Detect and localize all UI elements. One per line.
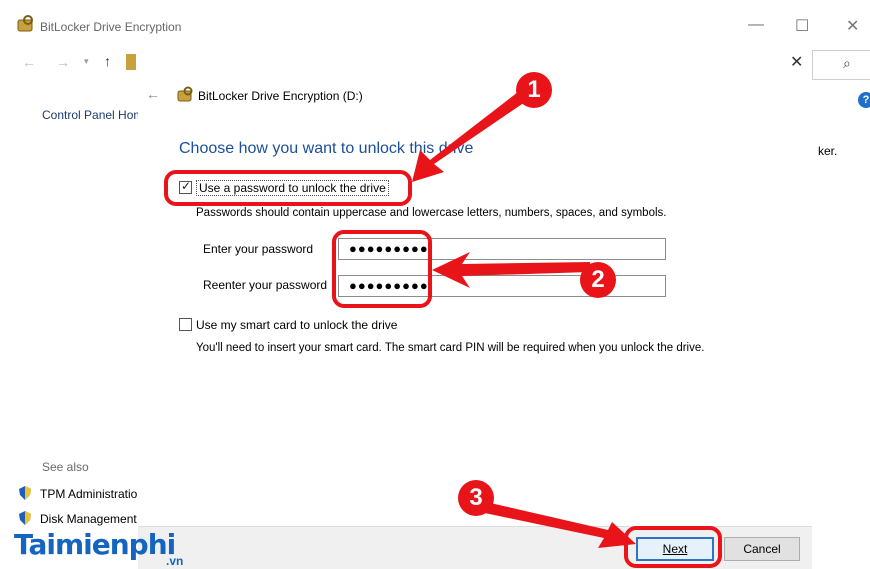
step-badge-3: 3 bbox=[458, 480, 494, 516]
watermark-logo: Taimienphi bbox=[14, 528, 176, 561]
step-badge-1: 1 bbox=[516, 72, 552, 108]
step-badge-2: 2 bbox=[580, 262, 616, 298]
arrow-3-icon bbox=[480, 502, 636, 548]
watermark-tld: .vn bbox=[166, 554, 184, 568]
annotation-arrows bbox=[412, 92, 636, 548]
arrow-2-icon bbox=[432, 252, 590, 288]
arrow-1-icon bbox=[412, 92, 528, 182]
